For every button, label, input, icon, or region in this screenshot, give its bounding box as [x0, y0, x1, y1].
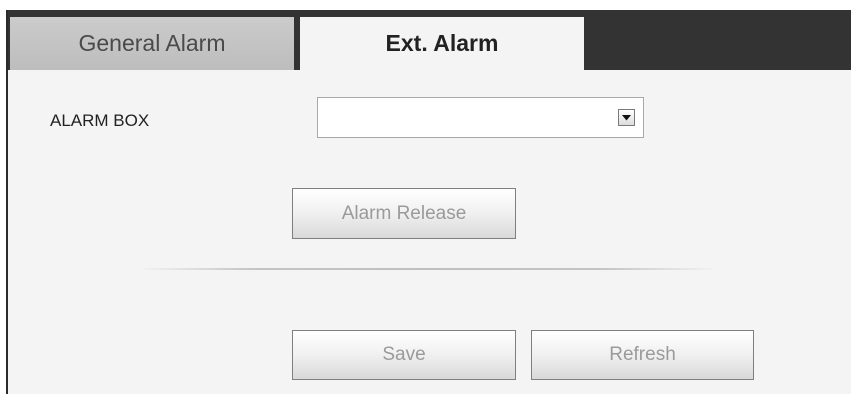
- tab-ext-alarm[interactable]: Ext. Alarm: [300, 17, 584, 70]
- alarm-settings-panel: General Alarm Ext. Alarm ALARM BOX Alarm…: [6, 10, 851, 394]
- refresh-button-label: Refresh: [609, 344, 676, 365]
- alarm-box-label: ALARM BOX: [50, 111, 150, 130]
- alarm-box-select[interactable]: [317, 97, 644, 138]
- tab-general-alarm-label: General Alarm: [78, 30, 226, 56]
- divider: [138, 268, 718, 270]
- tab-general-alarm[interactable]: General Alarm: [10, 17, 294, 70]
- tab-ext-alarm-label: Ext. Alarm: [385, 30, 499, 56]
- save-button-label: Save: [382, 344, 426, 365]
- chevron-down-icon[interactable]: [618, 109, 635, 126]
- tab-bar: General Alarm Ext. Alarm: [8, 10, 851, 70]
- alarm-release-button[interactable]: Alarm Release: [292, 188, 516, 239]
- alarm-release-button-label: Alarm Release: [341, 202, 467, 224]
- refresh-button[interactable]: Refresh: [531, 330, 754, 380]
- save-button[interactable]: Save: [292, 330, 516, 380]
